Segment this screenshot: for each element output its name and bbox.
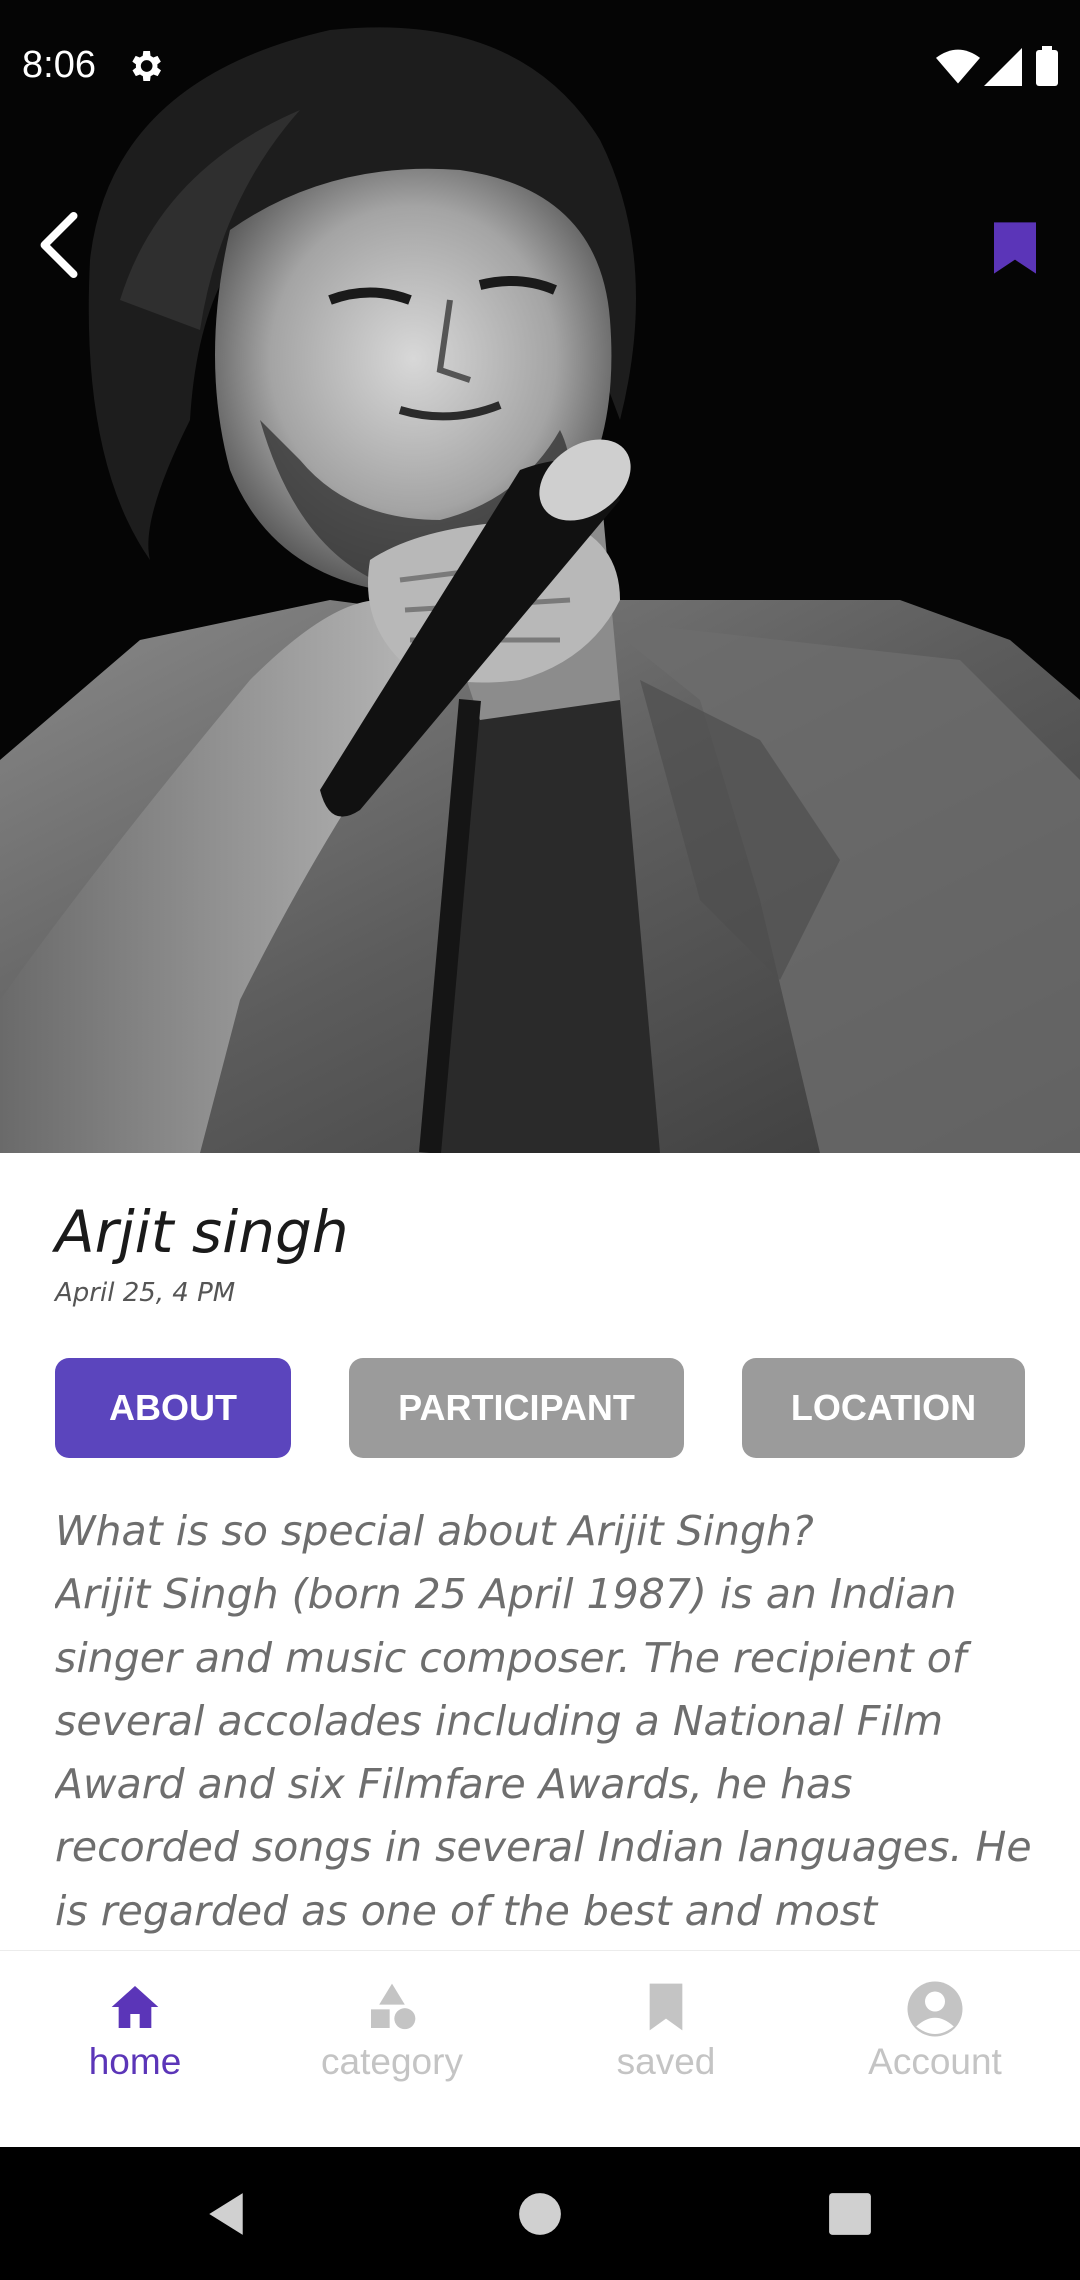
tab-participant[interactable]: PARTICIPANT: [349, 1358, 684, 1458]
category-icon: [371, 1983, 416, 2030]
system-recents-button[interactable]: [828, 2192, 872, 2236]
nav-label-account: Account: [868, 2041, 1002, 2082]
nav-label-home: home: [88, 2041, 182, 2082]
singer-photo: [0, 0, 1080, 1153]
back-button[interactable]: [30, 210, 90, 280]
event-title: Arjit singh: [55, 1198, 349, 1266]
system-home-button[interactable]: [518, 2192, 562, 2236]
status-bar: 8:06: [0, 0, 1080, 135]
system-back-button[interactable]: [205, 2191, 247, 2237]
home-icon: [111, 1986, 159, 2028]
system-navigation-bar: [0, 2147, 1080, 2280]
bottom-navigation: home category saved Account: [0, 1950, 1080, 2148]
nav-item-saved[interactable]: saved: [531, 1951, 801, 2148]
event-hero-image: [0, 0, 1080, 1153]
tab-about[interactable]: ABOUT: [55, 1358, 291, 1458]
battery-icon: [1036, 46, 1058, 86]
event-date: April 25, 4 PM: [55, 1278, 236, 1308]
nav-label-saved: saved: [616, 2041, 716, 2082]
wifi-icon: [936, 49, 980, 84]
account-icon: [907, 1981, 963, 2037]
nav-label-category: category: [321, 2041, 463, 2082]
nav-item-home[interactable]: home: [0, 1951, 270, 2148]
bookmark-icon: [994, 222, 1036, 274]
nav-item-account[interactable]: Account: [800, 1951, 1070, 2148]
settings-icon: [132, 51, 161, 81]
tab-location[interactable]: LOCATION: [742, 1358, 1025, 1458]
status-time: 8:06: [22, 44, 96, 86]
about-description: What is so special about Arijit Singh? A…: [55, 1507, 1032, 1935]
signal-icon: [984, 48, 1022, 86]
bookmark-icon: [649, 1983, 683, 2031]
bookmark-button[interactable]: [990, 220, 1040, 276]
chevron-left-icon: [40, 211, 78, 279]
nav-item-category[interactable]: category: [257, 1951, 527, 2148]
